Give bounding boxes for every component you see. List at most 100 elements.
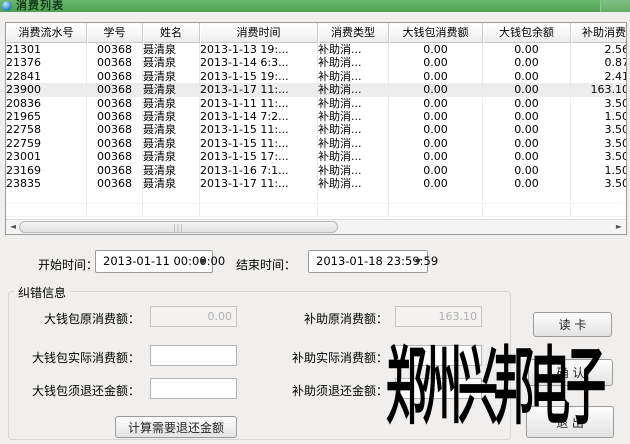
table-row[interactable]: 2137600368聂清泉2013-1-14 6:3...补助消...0.000… [6, 56, 627, 69]
scroll-left-arrow-icon[interactable]: ◄ [6, 220, 20, 234]
table-cell: 0.00 [389, 43, 483, 56]
empty-cell [200, 190, 318, 203]
table-row[interactable]: 2383500368聂清泉2013-1-17 11:...补助消...0.000… [6, 177, 627, 190]
table-cell: 补助消... [318, 110, 389, 123]
table-cell: 0.00 [389, 164, 483, 177]
end-time-combo[interactable]: 2013-01-18 23:59:59 ▼ [308, 250, 428, 273]
wallet-actual-label: 大钱包实际消费额： [20, 349, 140, 366]
subsidy-refund-input[interactable] [395, 378, 482, 399]
table-row[interactable]: 2316900368聂清泉2013-1-16 7:1...补助消...0.000… [6, 164, 627, 177]
table-row[interactable]: 2130100368聂清泉2013-1-13 19:...补助消...0.000… [6, 43, 627, 56]
table-cell: 2.56 [571, 43, 627, 56]
table-cell: 00368 [87, 70, 143, 83]
chevron-down-icon[interactable]: ▼ [415, 251, 421, 272]
table-cell: 23900 [6, 83, 87, 96]
table-cell: 00368 [87, 164, 143, 177]
subsidy-original-input [395, 306, 482, 327]
table-cell: 00368 [87, 43, 143, 56]
column-header[interactable]: 消费类型 [318, 23, 389, 43]
table-cell: 3.50 [571, 177, 627, 190]
table-cell: 0.00 [389, 123, 483, 136]
calculate-refund-button[interactable]: 计算需要退还金额 [115, 416, 237, 438]
column-header[interactable]: 学号 [87, 23, 143, 43]
exit-button[interactable]: 退 出 [526, 406, 614, 438]
wallet-refund-label: 大钱包须退还金额： [20, 382, 140, 399]
empty-table-row [6, 190, 627, 203]
table-cell: 补助消... [318, 137, 389, 150]
subsidy-actual-input[interactable] [395, 345, 482, 366]
start-time-label: 开始时间： [38, 256, 98, 273]
empty-cell [6, 204, 87, 217]
start-time-combo[interactable]: 2013-01-11 00:00:00 ▼ [95, 250, 213, 273]
wallet-actual-input[interactable] [150, 345, 237, 366]
table-cell: 00368 [87, 123, 143, 136]
table-cell: 2013-1-14 7:2... [200, 110, 318, 123]
table-cell: 0.87 [571, 56, 627, 69]
table-cell: 00368 [87, 56, 143, 69]
table-cell: 聂清泉 [143, 177, 200, 190]
column-header[interactable]: 消费流水号 [6, 23, 87, 43]
column-header[interactable]: 姓名 [143, 23, 200, 43]
table-cell: 0.00 [483, 83, 571, 96]
table-row[interactable]: 2083600368聂清泉2013-1-11 11:...补助消...0.000… [6, 97, 627, 110]
app-icon [2, 1, 12, 11]
empty-cell [389, 204, 483, 217]
table-cell: 00368 [87, 137, 143, 150]
end-time-label: 结束时间： [236, 256, 296, 273]
table-cell: 聂清泉 [143, 110, 200, 123]
table-cell: 1.50 [571, 164, 627, 177]
empty-cell [571, 204, 627, 217]
table-cell: 23169 [6, 164, 87, 177]
table-cell: 0.00 [389, 70, 483, 83]
table-cell: 3.50 [571, 150, 627, 163]
table-cell: 0.00 [483, 177, 571, 190]
table-cell: 3.50 [571, 123, 627, 136]
table-cell: 0.00 [483, 150, 571, 163]
table-row[interactable]: 2300100368聂清泉2013-1-15 17:...补助消...0.000… [6, 150, 627, 163]
scrollbar-thumb[interactable]: ||| [19, 221, 338, 233]
table-cell: 聂清泉 [143, 83, 200, 96]
table-cell: 聂清泉 [143, 56, 200, 69]
table-cell: 2013-1-15 19:... [200, 70, 318, 83]
table-row[interactable]: 2196500368聂清泉2013-1-14 7:2...补助消...0.000… [6, 110, 627, 123]
empty-cell [483, 204, 571, 217]
subsidy-original-label: 补助原消费额： [270, 310, 388, 327]
table-cell: 补助消... [318, 56, 389, 69]
empty-cell [389, 190, 483, 203]
wallet-refund-input[interactable] [150, 378, 237, 399]
table-cell: 聂清泉 [143, 70, 200, 83]
window-control-button[interactable] [600, 0, 630, 12]
chevron-down-icon[interactable]: ▼ [200, 251, 206, 272]
confirm-button[interactable]: 确 认 [528, 359, 613, 386]
table-cell: 聂清泉 [143, 150, 200, 163]
table-header-row: 消费流水号学号姓名消费时间消费类型大钱包消费额大钱包余额补助消费额 [6, 23, 627, 43]
table-cell: 0.00 [389, 137, 483, 150]
table-cell: 3.50 [571, 97, 627, 110]
table-cell: 3.50 [571, 137, 627, 150]
table-cell: 23835 [6, 177, 87, 190]
empty-cell [318, 204, 389, 217]
table-row[interactable]: 2275900368聂清泉2013-1-15 11:...补助消...0.000… [6, 137, 627, 150]
table-cell: 0.00 [483, 70, 571, 83]
read-card-button[interactable]: 读 卡 [533, 312, 612, 337]
table-cell: 聂清泉 [143, 137, 200, 150]
table-cell: 22759 [6, 137, 87, 150]
empty-cell [571, 190, 627, 203]
table-cell: 0.00 [389, 97, 483, 110]
table-row[interactable]: 2275800368聂清泉2013-1-15 11:...补助消...0.000… [6, 123, 627, 136]
table-cell: 0.00 [483, 110, 571, 123]
table-cell: 2013-1-15 17:... [200, 150, 318, 163]
table-cell: 2013-1-14 6:3... [200, 56, 318, 69]
column-header[interactable]: 大钱包消费额 [389, 23, 483, 43]
table-row[interactable]: 2390000368聂清泉2013-1-17 11:...补助消...0.000… [6, 83, 627, 96]
column-header[interactable]: 补助消费额 [571, 23, 627, 43]
column-header[interactable]: 大钱包余额 [483, 23, 571, 43]
table-cell: 补助消... [318, 43, 389, 56]
scroll-right-arrow-icon[interactable]: ► [612, 220, 626, 234]
column-header[interactable]: 消费时间 [200, 23, 318, 43]
title-bar: 消费列表 [0, 0, 630, 12]
empty-cell [6, 190, 87, 203]
horizontal-scrollbar[interactable]: ◄ ||| ► [6, 219, 626, 234]
table-cell: 补助消... [318, 164, 389, 177]
table-row[interactable]: 2284100368聂清泉2013-1-15 19:...补助消...0.000… [6, 70, 627, 83]
